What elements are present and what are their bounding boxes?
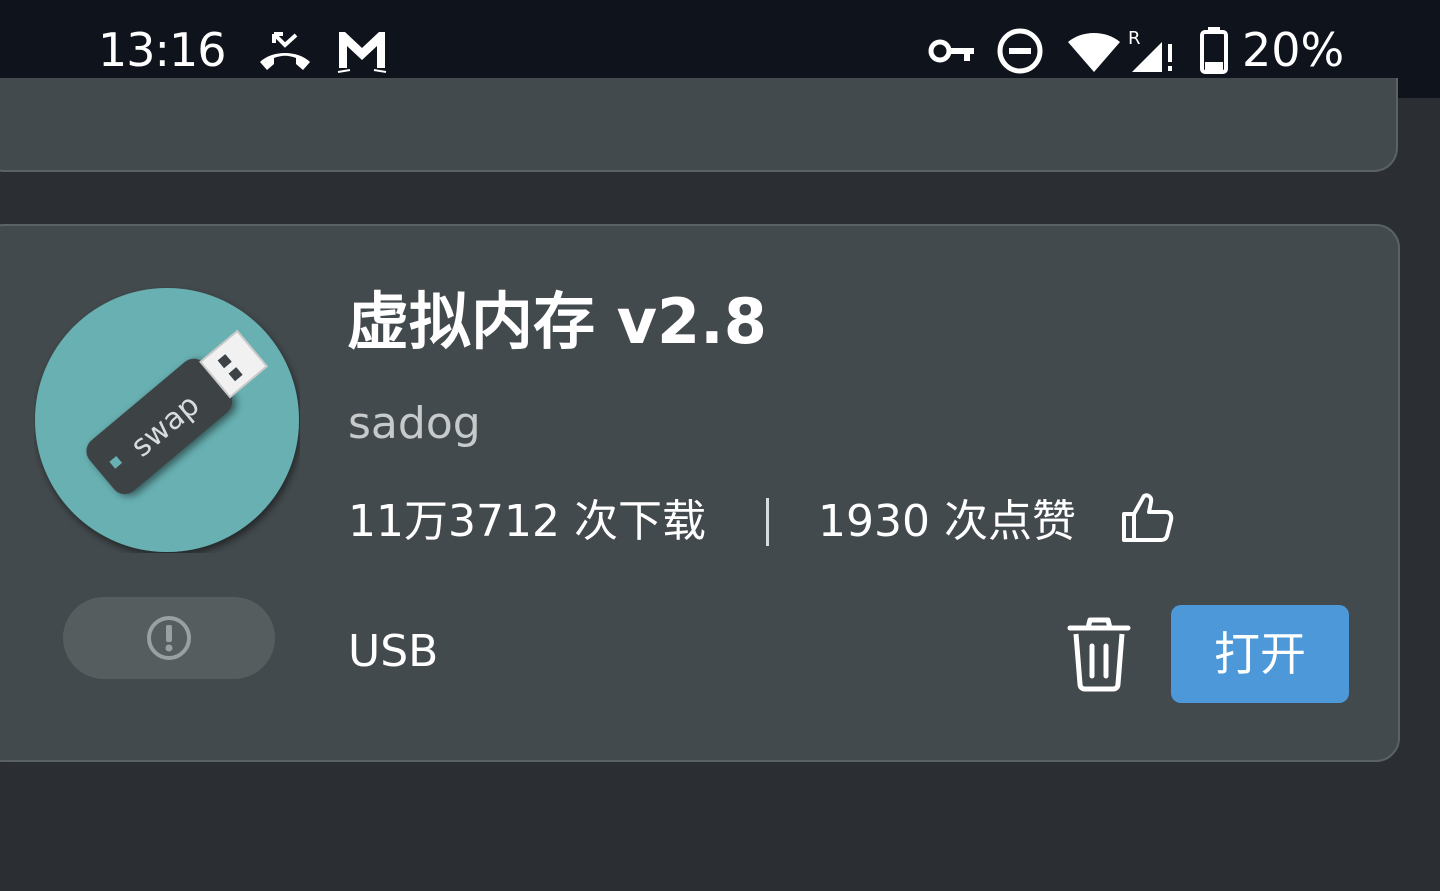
svg-text:R: R bbox=[1128, 28, 1141, 49]
stats-divider bbox=[766, 498, 769, 546]
signal-roaming-icon: R bbox=[1128, 28, 1172, 72]
vpn-key-icon bbox=[928, 39, 974, 63]
info-button[interactable] bbox=[63, 597, 275, 679]
open-button[interactable]: 打开 bbox=[1171, 605, 1349, 703]
download-count: 11万3712 次下载 bbox=[348, 496, 706, 547]
app-tag: USB bbox=[348, 626, 439, 677]
battery-percentage: 20% bbox=[1242, 23, 1345, 77]
thumbs-up-icon[interactable] bbox=[1120, 490, 1174, 544]
info-icon bbox=[147, 616, 191, 660]
wifi-icon bbox=[1068, 33, 1120, 72]
gmail-icon bbox=[337, 32, 387, 73]
swap-app-icon[interactable]: swap bbox=[34, 287, 300, 553]
missed-call-icon bbox=[260, 32, 310, 70]
like-count: 1930 次点赞 bbox=[818, 496, 1076, 547]
app-title: 虚拟内存 v2.8 bbox=[347, 285, 767, 358]
previous-app-card[interactable] bbox=[0, 78, 1398, 172]
clock: 13:16 bbox=[98, 23, 227, 77]
battery-icon bbox=[1200, 27, 1228, 74]
app-author[interactable]: sadog bbox=[348, 398, 481, 450]
do-not-disturb-icon bbox=[997, 28, 1043, 74]
delete-icon[interactable] bbox=[1066, 616, 1132, 692]
